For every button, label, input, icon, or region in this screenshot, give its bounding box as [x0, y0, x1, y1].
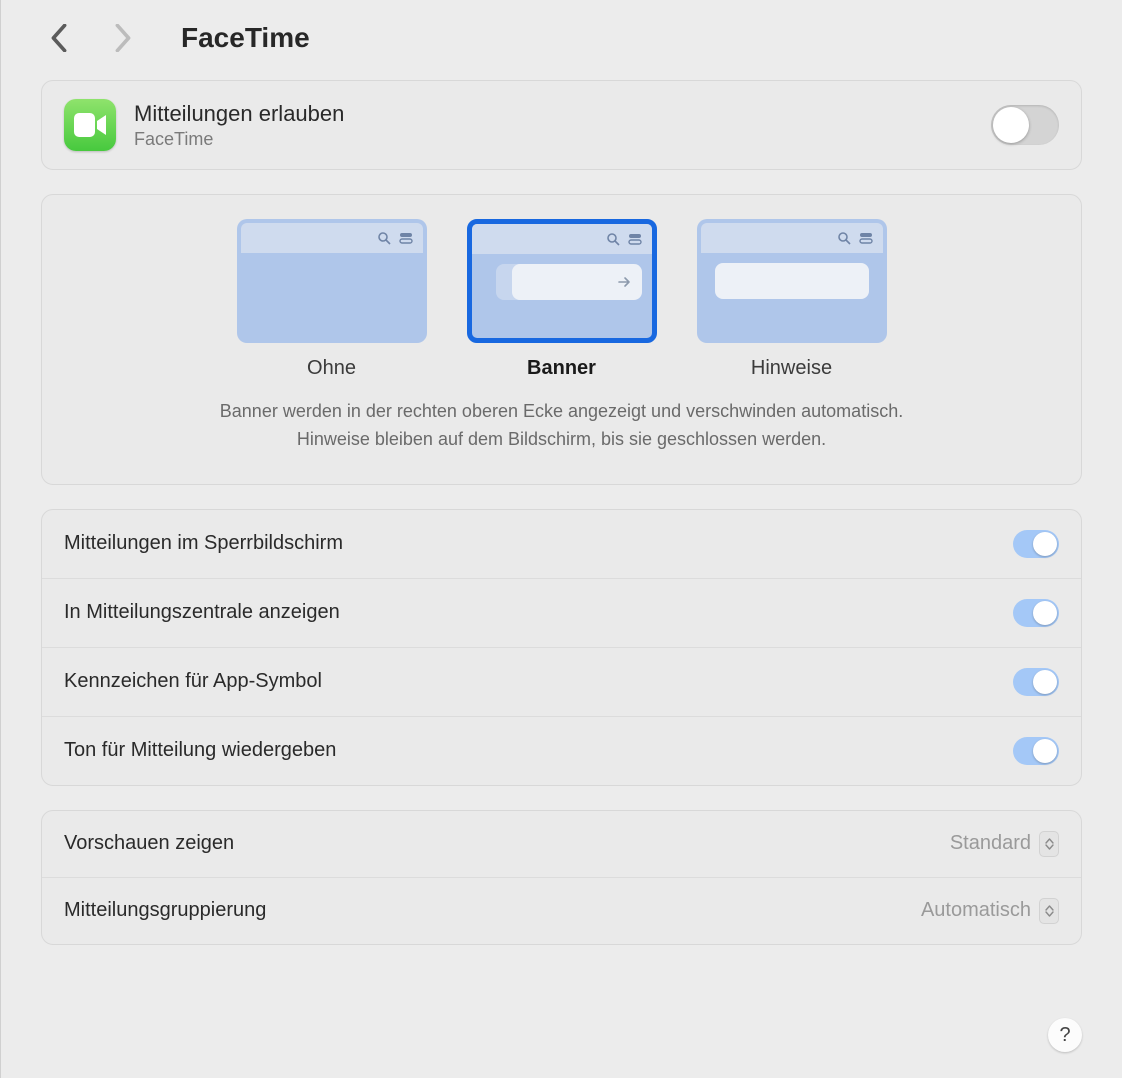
select-grouping-value: Automatisch: [921, 899, 1031, 922]
select-previews-value: Standard: [950, 832, 1031, 855]
allow-notifications-toggle[interactable]: [991, 105, 1059, 145]
alert-style-desc-2: Hinweise bleiben auf dem Bildschirm, bis…: [102, 426, 1021, 454]
back-button[interactable]: [41, 20, 77, 56]
chevron-left-icon: [50, 24, 68, 52]
alert-style-panel: Ohne Banner: [41, 194, 1082, 485]
allow-subtitle: FaceTime: [134, 129, 973, 150]
row-sound: Ton für Mitteilung wiedergeben: [42, 717, 1081, 785]
toggle-badge[interactable]: [1013, 668, 1059, 696]
updown-icon: [1039, 898, 1059, 924]
row-center: In Mitteilungszentrale anzeigen: [42, 579, 1081, 648]
allow-notifications-panel: Mitteilungen erlauben FaceTime: [41, 80, 1082, 170]
chevron-right-icon: [114, 24, 132, 52]
row-previews: Vorschauen zeigen Standard: [42, 811, 1081, 878]
alert-style-banner[interactable]: Banner: [467, 219, 657, 380]
row-lockscreen: Mitteilungen im Sperrbildschirm: [42, 510, 1081, 579]
alert-style-alert[interactable]: Hinweise: [697, 219, 887, 380]
allow-title: Mitteilungen erlauben: [134, 101, 973, 127]
alert-style-desc-1: Banner werden in der rechten oberen Ecke…: [102, 398, 1021, 426]
alert-style-none[interactable]: Ohne: [237, 219, 427, 380]
search-icon: [606, 232, 620, 246]
alert-style-banner-label: Banner: [467, 357, 657, 380]
toggle-lockscreen[interactable]: [1013, 530, 1059, 558]
display-options-panel: Vorschauen zeigen Standard Mitteilungsgr…: [41, 810, 1082, 945]
label-badge: Kennzeichen für App-Symbol: [64, 670, 322, 693]
label-center: In Mitteilungszentrale anzeigen: [64, 601, 340, 624]
toggle-sound[interactable]: [1013, 737, 1059, 765]
label-previews: Vorschauen zeigen: [64, 832, 234, 855]
control-center-icon: [628, 232, 642, 246]
search-icon: [837, 231, 851, 245]
help-button[interactable]: ?: [1048, 1018, 1082, 1052]
label-sound: Ton für Mitteilung wiedergeben: [64, 739, 336, 762]
updown-icon: [1039, 831, 1059, 857]
toggle-center[interactable]: [1013, 599, 1059, 627]
alert-style-alert-label: Hinweise: [697, 357, 887, 380]
arrow-right-icon: [618, 276, 632, 288]
row-grouping: Mitteilungsgruppierung Automatisch: [42, 878, 1081, 944]
select-grouping[interactable]: Automatisch: [921, 898, 1059, 924]
label-grouping: Mitteilungsgruppierung: [64, 899, 266, 922]
control-center-icon: [399, 231, 413, 245]
page-title: FaceTime: [181, 22, 310, 54]
row-badge: Kennzeichen für App-Symbol: [42, 648, 1081, 717]
control-center-icon: [859, 231, 873, 245]
label-lockscreen: Mitteilungen im Sperrbildschirm: [64, 532, 343, 555]
forward-button[interactable]: [105, 20, 141, 56]
facetime-app-icon: [64, 99, 116, 151]
search-icon: [377, 231, 391, 245]
select-previews[interactable]: Standard: [950, 831, 1059, 857]
alert-style-none-label: Ohne: [237, 357, 427, 380]
notification-options-panel: Mitteilungen im Sperrbildschirm In Mitte…: [41, 509, 1082, 786]
help-icon: ?: [1059, 1024, 1070, 1047]
